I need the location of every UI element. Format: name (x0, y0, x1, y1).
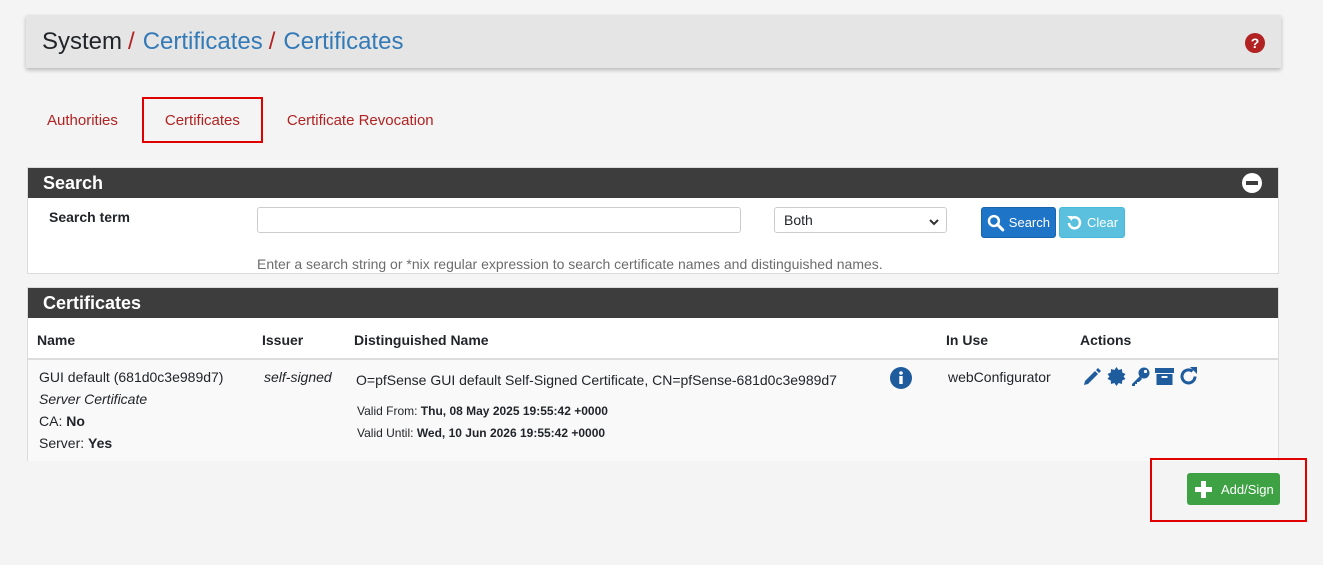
column-header-name: Name (37, 332, 76, 348)
breadcrumb-system: System (42, 27, 123, 55)
search-panel: Search Search term Both Search Clear Ent… (27, 167, 1279, 274)
chevron-down-icon (928, 215, 940, 231)
cert-name: GUI default (681d0c3e989d7) (39, 369, 224, 385)
breadcrumb-separator: / (128, 27, 135, 55)
column-header-in-use: In Use (946, 332, 989, 348)
tab-bar: Authorities Certificates Certificate Rev… (26, 96, 455, 144)
cert-ca-label: CA: (39, 413, 67, 429)
pencil-icon[interactable] (1082, 366, 1103, 392)
tab-authorities[interactable]: Authorities (26, 97, 139, 143)
cert-issuer: self-signed (264, 369, 332, 385)
tab-certificates[interactable]: Certificates (141, 97, 263, 143)
search-term-label: Search term (49, 209, 130, 225)
clear-button-label: Clear (1087, 215, 1119, 230)
certificates-panel-heading: Certificates (28, 288, 1278, 318)
search-input[interactable] (257, 207, 741, 233)
cert-ca: CA: No (39, 413, 85, 429)
search-button-label: Search (1008, 215, 1050, 230)
search-button[interactable]: Search (981, 207, 1056, 238)
breadcrumb-certificates-link[interactable]: Certificates (143, 28, 263, 56)
breadcrumb-certificates-current[interactable]: Certificates (283, 28, 403, 56)
badge-icon[interactable] (1106, 366, 1127, 392)
valid-from-value: Thu, 08 May 2025 19:55:42 +0000 (420, 404, 608, 418)
valid-until-label: Valid Until: (357, 426, 417, 440)
valid-until-value: Wed, 10 Jun 2026 19:55:42 +0000 (416, 426, 606, 440)
cert-server: Server: Yes (39, 435, 112, 451)
column-header-distinguished-name: Distinguished Name (354, 332, 489, 348)
cert-server-label: Server: (39, 435, 89, 451)
cert-distinguished-name: O=pfSense GUI default Self-Signed Certif… (356, 372, 837, 388)
collapse-minus-icon[interactable] (1242, 173, 1262, 198)
undo-icon (1067, 215, 1082, 229)
clear-button[interactable]: Clear (1059, 207, 1125, 238)
search-scope-value: Both (784, 212, 813, 228)
cert-server-value: Yes (88, 435, 113, 451)
breadcrumb-separator: / (268, 27, 276, 55)
refresh-icon[interactable] (1178, 366, 1199, 392)
archive-icon[interactable] (1154, 366, 1175, 392)
help-icon[interactable]: ? (1245, 32, 1265, 60)
cert-ca-value: No (66, 413, 85, 429)
valid-from-label: Valid From: (357, 404, 421, 418)
search-icon (987, 214, 1005, 231)
search-panel-title: Search (43, 172, 104, 193)
svg-text:?: ? (1251, 35, 1260, 51)
highlight-box-add-sign (1150, 458, 1307, 522)
search-scope-select[interactable]: Both (774, 207, 947, 233)
key-icon[interactable] (1130, 366, 1151, 392)
search-help-text: Enter a search string or *nix regular ex… (257, 256, 883, 272)
search-panel-heading: Search (28, 168, 1278, 198)
row-actions (1082, 366, 1199, 392)
cert-type: Server Certificate (39, 391, 148, 407)
breadcrumb: System / Certificates / Certificates ? (26, 15, 1281, 68)
cert-valid-from: Valid From: Thu, 08 May 2025 19:55:42 +0… (357, 404, 608, 418)
certificates-panel-title: Certificates (43, 292, 142, 313)
certificates-panel: Certificates Name Issuer Distinguished N… (27, 287, 1279, 461)
tab-certificate-revocation[interactable]: Certificate Revocation (266, 97, 455, 143)
info-icon[interactable] (890, 367, 912, 394)
column-header-issuer: Issuer (262, 332, 304, 348)
cert-in-use: webConfigurator (948, 369, 1051, 385)
column-header-actions: Actions (1080, 332, 1132, 348)
cert-valid-until: Valid Until: Wed, 10 Jun 2026 19:55:42 +… (357, 426, 605, 440)
